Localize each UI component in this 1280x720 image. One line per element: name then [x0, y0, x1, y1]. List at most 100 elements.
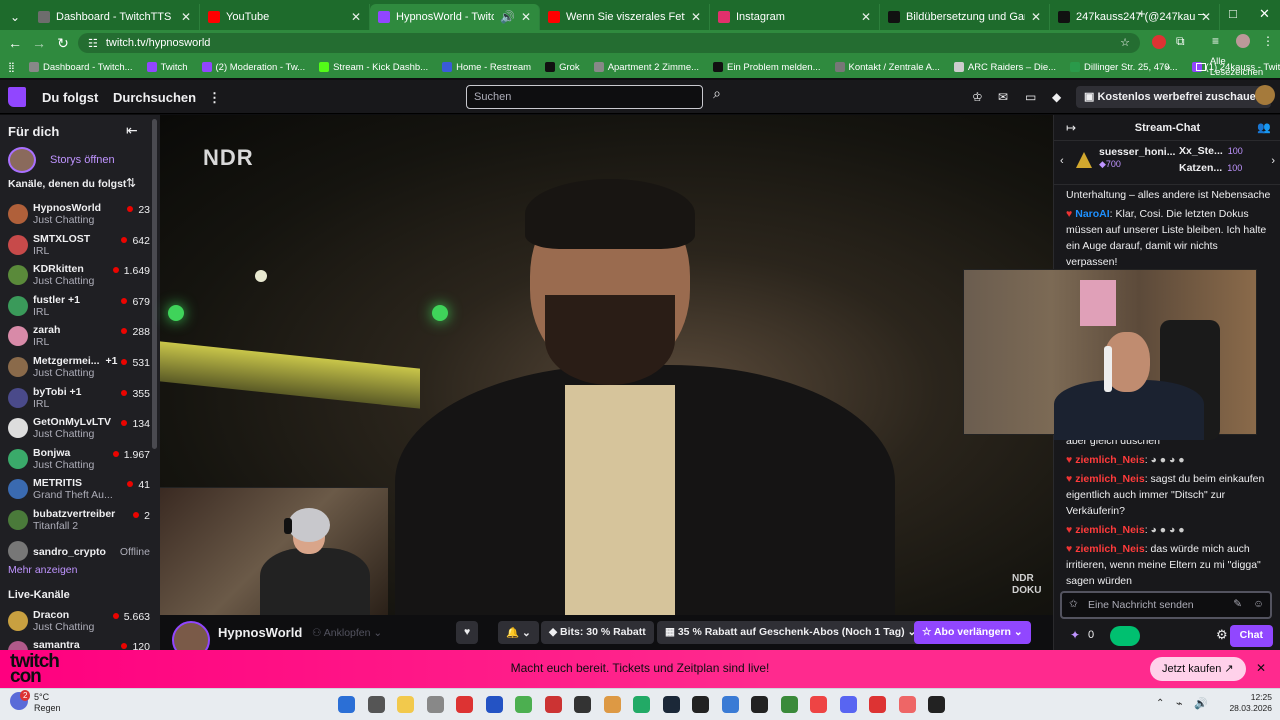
clock[interactable]: 12:25 28.03.2026 [1220, 692, 1272, 714]
bookmark-item[interactable]: ARC Raiders – Die... [953, 62, 1056, 73]
leaderboard-next-icon[interactable]: › [1271, 155, 1275, 167]
chat-send-button[interactable]: Chat [1229, 625, 1273, 647]
chat-username[interactable]: ziemlich_Neis [1075, 473, 1144, 485]
network-icon[interactable]: ⌁ [1176, 697, 1183, 710]
emote-picker-icon[interactable]: ☺ [1253, 598, 1264, 610]
menu-icon[interactable]: ⋮ [1262, 34, 1274, 48]
knock-button[interactable]: ⚇ Anklopfen ⌄ [312, 627, 382, 639]
sidebar-channel[interactable]: fustler +1 IRL 679 [8, 293, 150, 321]
sidebar-channel[interactable]: zarah IRL 288 [8, 323, 150, 351]
firefox-icon[interactable] [898, 696, 916, 713]
browser-tab[interactable]: 247kauss247 (@247kauss247) |✕ [1050, 4, 1220, 30]
bookmark-item[interactable]: (2) Moderation - Tw... [201, 62, 305, 73]
all-bookmarks[interactable]: Alle Lesezeichen [1196, 56, 1280, 78]
nav-browse[interactable]: Durchsuchen [113, 90, 196, 105]
tab-search-button[interactable]: ⌄ [0, 4, 30, 30]
chat-badge-icon[interactable]: ✩ [1069, 598, 1078, 610]
buy-now-button[interactable]: Jetzt kaufen ↗ [1150, 657, 1246, 681]
browser-tab[interactable]: Dashboard - TwitchTTS ✕ [30, 4, 200, 30]
app-icon[interactable] [869, 696, 886, 713]
reload-button[interactable]: ↻ [51, 35, 75, 52]
nav-following[interactable]: Du folgst [42, 90, 98, 105]
app-icon[interactable] [544, 696, 562, 713]
browser-tab[interactable]: Bildübersetzung und Game ges ✕ [880, 4, 1050, 30]
profile-avatar[interactable] [1236, 34, 1250, 48]
sidebar-channel[interactable]: KDRkitten Just Chatting 1.649 [8, 262, 150, 290]
tab-audio-icon[interactable]: 🔊 [500, 10, 515, 24]
sidebar-channel[interactable]: Metzgermei... +1 Just Chatting 531 [8, 354, 150, 382]
show-more-link[interactable]: Mehr anzeigen [8, 564, 77, 576]
maximize-button[interactable]: □ [1229, 6, 1237, 21]
bookmark-item[interactable]: Dillinger Str. 25, 470... [1070, 62, 1178, 73]
chat-username[interactable]: ziemlich_Neis [1075, 454, 1144, 466]
app-icon[interactable] [751, 696, 768, 713]
forward-button[interactable]: → [27, 35, 51, 51]
steam-icon[interactable] [662, 696, 680, 713]
bits-icon[interactable]: ◆ [1052, 90, 1061, 104]
chat-username[interactable]: ziemlich_Neis [1075, 543, 1144, 555]
stories-button[interactable]: Storys öffnen [8, 147, 115, 173]
search-icon[interactable]: ⌕ [706, 85, 728, 109]
app-icon[interactable] [426, 696, 444, 713]
app-icon[interactable] [515, 696, 532, 713]
sidebar-scrollbar[interactable] [152, 119, 157, 449]
chat-bits-icon[interactable]: ✎ [1233, 598, 1242, 610]
extensions-icon[interactable]: ⧉ [1176, 34, 1185, 49]
leaderboard-item[interactable]: Xx_Ste... 100 [1179, 145, 1243, 157]
gift-subs-button[interactable]: ▦ 35 % Rabatt auf Geschenk-Abos (Noch 1 … [657, 621, 925, 644]
sort-icon[interactable]: ⇅ [126, 176, 136, 190]
sidebar-channel[interactable]: bubatzvertreiber Titanfall 2 2 [8, 507, 150, 535]
more-menu-icon[interactable]: ⋮ [208, 90, 221, 106]
chat-username[interactable]: NaroAI [1075, 208, 1109, 220]
live-channel[interactable]: Dracon Just Chatting 5.663 [8, 608, 150, 636]
volume-icon[interactable]: 🔊 [1194, 697, 1208, 710]
leaderboard-item[interactable]: Katzen... 100 [1179, 162, 1242, 174]
follow-heart-button[interactable]: ♥ [456, 621, 479, 644]
tab-close-icon[interactable]: ✕ [861, 10, 871, 24]
sidebar-channel[interactable]: byTobi +1 IRL 355 [8, 385, 150, 413]
app-icon[interactable] [928, 696, 945, 713]
app-icon[interactable] [603, 696, 621, 713]
user-avatar[interactable] [1255, 85, 1275, 105]
sidebar-channel[interactable]: HypnosWorld Just Chatting 23 [8, 201, 150, 229]
browser-tab[interactable]: Instagram ✕ [710, 4, 880, 30]
bookmark-item[interactable]: Stream - Kick Dashb... [319, 62, 428, 73]
app-icon[interactable] [633, 696, 650, 713]
extension-icon[interactable] [1152, 35, 1166, 49]
browser-tab[interactable]: Wenn Sie viszerales Fett haben ✕ [540, 4, 710, 30]
collapse-sidebar-icon[interactable]: ⇤ [126, 122, 138, 139]
bookmark-item[interactable]: Dashboard - Twitch... [28, 62, 133, 73]
leader-name[interactable]: suesser_honi... [1099, 146, 1175, 158]
back-button[interactable]: ← [3, 35, 27, 51]
file-explorer-icon[interactable] [397, 696, 414, 713]
tray-overflow-icon[interactable]: ⌃ [1156, 698, 1164, 709]
app-icon[interactable] [456, 696, 473, 713]
bookmarks-overflow-icon[interactable]: » [1165, 62, 1170, 73]
tab-close-icon[interactable]: ✕ [1031, 10, 1041, 24]
apps-grid-icon[interactable]: ⣿ [8, 62, 15, 73]
sidebar-channel[interactable]: METRITIS Grand Theft Au... 41 [8, 476, 150, 504]
leaderboard-prev-icon[interactable]: ‹ [1060, 155, 1064, 167]
bits-discount-button[interactable]: ◆ Bits: 30 % Rabatt [541, 621, 654, 644]
app-icon[interactable] [721, 696, 739, 713]
start-icon[interactable] [338, 696, 355, 713]
app-icon[interactable] [485, 696, 503, 713]
close-banner-icon[interactable]: ✕ [1256, 661, 1266, 675]
bookmark-item[interactable]: Apartment 2 Zimme... [593, 62, 699, 73]
notifications-button[interactable]: 🔔 ⌄ [498, 621, 539, 644]
whispers-icon[interactable]: ▭ [1025, 90, 1036, 104]
streamer-name[interactable]: HypnosWorld [218, 625, 302, 640]
chrome-icon[interactable] [780, 696, 798, 713]
url-field[interactable]: ☷ twitch.tv/hypnosworld ☆ [78, 33, 1140, 53]
bookmark-item[interactable]: Home - Restream [442, 62, 531, 73]
sidebar-channel[interactable]: Bonjwa Just Chatting 1.967 [8, 446, 150, 474]
browser-tab[interactable]: YouTube ✕ [200, 4, 370, 30]
bookmark-item[interactable]: Ein Problem melden... [713, 62, 821, 73]
sidebar-channel[interactable]: GetOnMyLvLTV Just Chatting 134 [8, 415, 150, 443]
tab-close-icon[interactable]: ✕ [521, 10, 531, 24]
channel-points-value[interactable]: 0 [1088, 629, 1094, 641]
bookmark-item[interactable]: Twitch [146, 62, 188, 73]
chat-input[interactable]: ✩ Eine Nachricht senden ✎ ☺ [1060, 591, 1272, 619]
site-info-icon[interactable]: ☷ [88, 37, 98, 50]
bookmark-star-icon[interactable]: ☆ [1120, 36, 1130, 49]
